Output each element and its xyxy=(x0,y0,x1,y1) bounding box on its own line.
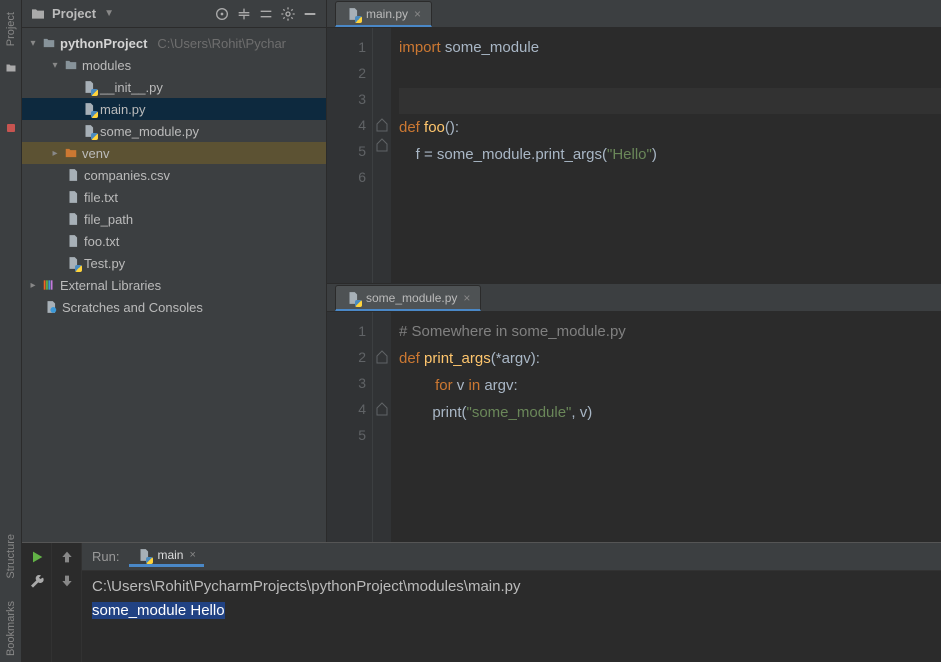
project-tool-button[interactable]: Project xyxy=(5,6,17,52)
tree-file-testpy[interactable]: Test.py xyxy=(22,252,326,274)
tree-label: __init__.py xyxy=(100,80,163,95)
console-output[interactable]: C:\Users\Rohit\PycharmProjects\pythonPro… xyxy=(82,571,941,662)
collapse-all-icon[interactable] xyxy=(258,6,274,22)
arrow-up-icon[interactable] xyxy=(59,549,75,565)
tree-label: Scratches and Consoles xyxy=(62,300,203,315)
tree-scratches[interactable]: Scratches and Consoles xyxy=(22,296,326,318)
editor-main[interactable]: 123456 import some_module def foo(): f =… xyxy=(327,28,941,283)
tree-folder-modules[interactable]: ▾ modules xyxy=(22,54,326,76)
line-gutter: 123456 xyxy=(327,28,373,283)
structure-tool-button[interactable]: Structure xyxy=(5,528,17,585)
line-gutter: 12345 xyxy=(327,312,373,542)
tree-file-companies[interactable]: companies.csv xyxy=(22,164,326,186)
tree-file-filepath[interactable]: file_path xyxy=(22,208,326,230)
locate-icon[interactable] xyxy=(214,6,230,22)
tree-file-init[interactable]: __init__.py xyxy=(22,76,326,98)
left-tool-rail: Project Structure Bookmarks xyxy=(0,0,22,662)
fold-gutter xyxy=(373,28,391,283)
tree-external-libraries[interactable]: ▸ External Libraries xyxy=(22,274,326,296)
expand-all-icon[interactable] xyxy=(236,6,252,22)
tree-folder-venv[interactable]: ▸ venv xyxy=(22,142,326,164)
run-tab-label: main xyxy=(157,548,183,562)
arrow-down-icon[interactable] xyxy=(59,573,75,589)
fold-icon[interactable] xyxy=(376,138,388,152)
bookmarks-tool-button[interactable]: Bookmarks xyxy=(5,595,17,662)
tree-label: modules xyxy=(82,58,131,73)
tree-label: some_module.py xyxy=(100,124,199,139)
tree-label: file_path xyxy=(84,212,133,227)
tree-path: C:\Users\Rohit\Pychar xyxy=(157,36,286,51)
tree-file-filetxt[interactable]: file.txt xyxy=(22,186,326,208)
code-content[interactable]: # Somewhere in some_module.py def print_… xyxy=(391,312,941,542)
code-content[interactable]: import some_module def foo(): f = some_m… xyxy=(391,28,941,283)
project-tree[interactable]: ▾ pythonProject C:\Users\Rohit\Pychar ▾ … xyxy=(22,28,326,542)
fold-icon[interactable] xyxy=(376,350,388,364)
hide-icon[interactable] xyxy=(302,6,318,22)
fold-icon[interactable] xyxy=(376,402,388,416)
tree-label: main.py xyxy=(100,102,146,117)
wrench-icon[interactable] xyxy=(29,573,45,589)
problems-indicator[interactable] xyxy=(7,124,15,132)
tree-label: External Libraries xyxy=(60,278,161,293)
run-actions xyxy=(22,543,52,662)
tree-label: companies.csv xyxy=(84,168,170,183)
run-nav xyxy=(52,543,82,662)
folder-icon xyxy=(4,62,18,74)
close-icon[interactable]: × xyxy=(463,291,470,305)
run-tab-main[interactable]: main × xyxy=(129,546,203,567)
tree-file-main[interactable]: main.py xyxy=(22,98,326,120)
run-label: Run: xyxy=(92,549,119,564)
tree-label: Test.py xyxy=(84,256,125,271)
close-icon[interactable]: × xyxy=(414,7,421,21)
tree-label: file.txt xyxy=(84,190,118,205)
tree-root[interactable]: ▾ pythonProject C:\Users\Rohit\Pychar xyxy=(22,32,326,54)
tree-file-footxt[interactable]: foo.txt xyxy=(22,230,326,252)
gear-icon[interactable] xyxy=(280,6,296,22)
tree-label: foo.txt xyxy=(84,234,119,249)
folder-icon xyxy=(30,6,46,22)
dropdown-icon[interactable]: ▼ xyxy=(104,8,114,19)
console-line: C:\Users\Rohit\PycharmProjects\pythonPro… xyxy=(92,575,931,599)
tab-main-py[interactable]: main.py × xyxy=(335,1,432,27)
close-icon[interactable]: × xyxy=(189,549,195,561)
tab-some-module-py[interactable]: some_module.py × xyxy=(335,285,481,311)
fold-gutter xyxy=(373,312,391,542)
tree-label: pythonProject xyxy=(60,36,147,51)
console-line-selected: some_module Hello xyxy=(92,602,225,619)
tab-label: main.py xyxy=(366,7,408,21)
tree-file-some-module[interactable]: some_module.py xyxy=(22,120,326,142)
editor-some-module[interactable]: 12345 # Somewhere in some_module.py def … xyxy=(327,312,941,542)
project-panel: Project ▼ ▾ pythonProject C:\Users\Rohit… xyxy=(22,0,327,542)
editor-tabbar-1: main.py × xyxy=(327,0,941,28)
project-header-title: Project xyxy=(52,6,96,21)
editor-tabbar-2: some_module.py × xyxy=(327,284,941,312)
project-header: Project ▼ xyxy=(22,0,326,28)
fold-icon[interactable] xyxy=(376,118,388,132)
run-panel: Run: main × C:\Users\Rohit\PycharmProjec… xyxy=(22,542,941,662)
tab-label: some_module.py xyxy=(366,291,457,305)
editor-area: main.py × 123456 import some xyxy=(327,0,941,542)
rerun-icon[interactable] xyxy=(29,549,45,565)
tree-label: venv xyxy=(82,146,109,161)
run-header: Run: main × xyxy=(82,543,941,571)
